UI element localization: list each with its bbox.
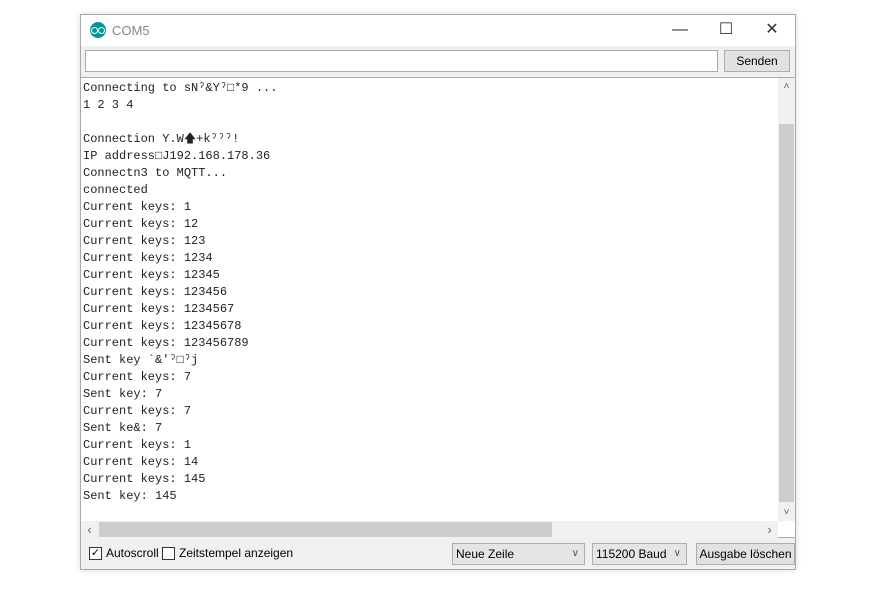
output-line: Current keys: 123 (83, 234, 206, 248)
output-line: Sent key `&'ˀ□ˀj (83, 353, 199, 367)
autoscroll-label: Autoscroll (106, 546, 159, 560)
vertical-scrollbar[interactable]: ˄ ˅ (778, 78, 795, 521)
output-line: Current keys: 1 (83, 200, 192, 214)
output-line: Connectn3 to MQTT... (83, 166, 228, 180)
serial-output: Connecting to sNˀ&Yˀ□*9 ... 1 2 3 4 Connec… (81, 77, 795, 538)
output-line: Current keys: 7 (83, 370, 192, 384)
vertical-scroll-thumb[interactable] (779, 124, 794, 502)
output-line: Current keys: 12 (83, 217, 199, 231)
output-line: Connecting to sNˀ&Yˀ□*9 ... (83, 81, 278, 95)
chevron-down-icon: ∨ (673, 548, 681, 559)
clear-output-button[interactable]: Ausgabe löschen (696, 543, 795, 565)
send-input[interactable] (85, 50, 718, 72)
output-line: Current keys: 7 (83, 404, 192, 418)
line-ending-select[interactable]: Neue Zeile ∨ (452, 543, 585, 565)
output-line: Current keys: 123456789 (83, 336, 249, 350)
minimize-button[interactable]: — (657, 15, 703, 46)
arduino-logo-icon (90, 22, 106, 38)
output-line: Connection Y.W🡅+kˀˀˀ! (83, 132, 240, 146)
output-line: Sent key: 145 (83, 489, 177, 503)
autoscroll-checkbox[interactable]: ✓ (89, 547, 102, 560)
output-line: Current keys: 1234567 (83, 302, 235, 316)
scroll-up-icon[interactable]: ˄ (778, 78, 795, 95)
output-line: Current keys: 1 (83, 438, 192, 452)
output-line: Current keys: 123456 (83, 285, 228, 299)
horizontal-scrollbar[interactable]: ‹ › (81, 521, 778, 538)
timestamp-label: Zeitstempel anzeigen (179, 546, 294, 560)
baud-select[interactable]: 115200 Baud ∨ (592, 543, 687, 565)
output-line: Current keys: 12345 (83, 268, 220, 282)
output-line: Current keys: 1234 (83, 251, 213, 265)
close-button[interactable]: ✕ (749, 15, 795, 46)
baud-value: 115200 Baud (596, 547, 667, 561)
scroll-down-icon[interactable]: ˅ (778, 504, 795, 521)
send-button[interactable]: Senden (724, 50, 790, 72)
output-line: Sent key: 7 (83, 387, 163, 401)
timestamp-checkbox[interactable] (162, 547, 175, 560)
output-line: IP address□J192.168.178.36 (83, 149, 271, 163)
serial-monitor-window: COM5 — ☐ ✕ Senden Connecting to sNˀ&Yˀ□*… (80, 14, 796, 570)
output-line: Current keys: 12345678 (83, 319, 242, 333)
output-line: 1 2 3 4 (83, 98, 134, 112)
chevron-down-icon: ∨ (571, 548, 579, 559)
scroll-left-icon[interactable]: ‹ (81, 521, 98, 538)
window-title: COM5 (112, 23, 150, 38)
scroll-right-icon[interactable]: › (761, 521, 778, 538)
horizontal-scroll-thumb[interactable] (99, 522, 552, 537)
line-ending-value: Neue Zeile (456, 547, 515, 561)
output-line: Sent ke&: 7 (83, 421, 163, 435)
output-text: Connecting to sNˀ&Yˀ□*9 ... 1 2 3 4 Connec… (83, 80, 277, 505)
output-line: Current keys: 14 (83, 455, 199, 469)
maximize-button[interactable]: ☐ (703, 15, 749, 46)
title-bar: COM5 — ☐ ✕ (81, 15, 795, 46)
output-line: connected (83, 183, 148, 197)
output-line: Current keys: 145 (83, 472, 206, 486)
bottom-bar: ✓ Autoscroll Zeitstempel anzeigen Neue Z… (81, 539, 795, 569)
